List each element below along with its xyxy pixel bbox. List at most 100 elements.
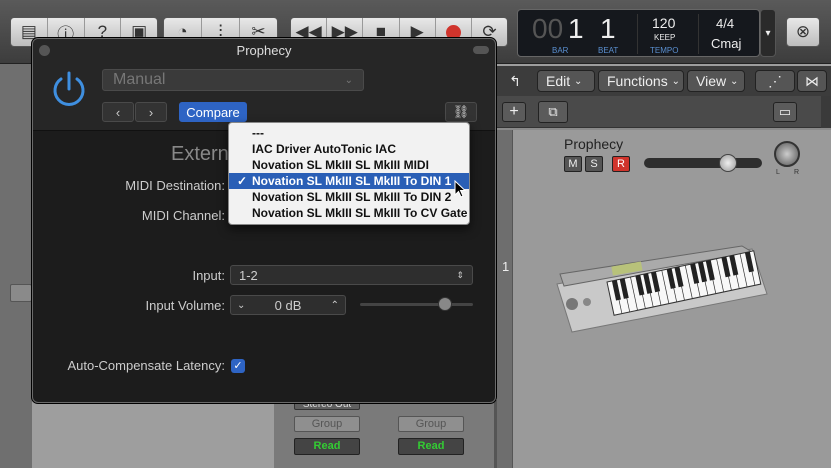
beat-label: BEAT [598,46,619,55]
track-number: 1 [502,259,510,274]
chevron-left-icon: ‹ [115,104,121,120]
midi-destination-label: MIDI Destination: [125,178,225,193]
automation-mode-1[interactable]: Read [294,438,360,455]
chevron-down-icon: ⌄ [344,74,353,86]
chevron-down-icon: ⌄ [671,75,680,87]
menu-item-label: --- [252,126,264,140]
volume-slider[interactable] [644,158,762,168]
input-label: Input: [192,268,225,283]
preset-label: Manual [113,71,166,88]
menu-item[interactable]: ✓ Novation SL MkIII SL MkIII To DIN 1 [229,173,469,189]
previous-preset-button[interactable]: ‹ [102,102,134,122]
tracks-menu-bar: ↰ Edit ⌄ Functions ⌄ View ⌄ ⋰ ⋈ [497,66,831,96]
menu-item[interactable]: Novation SL MkIII SL MkIII To DIN 2 [229,189,469,205]
pan-knob[interactable] [774,141,800,167]
menu-item[interactable]: Novation SL MkIII SL MkIII MIDI [229,157,469,173]
checkmark-icon: ✓ [233,360,243,372]
automation-button[interactable]: ⋰ [755,70,795,92]
functions-menu[interactable]: Functions ⌄ [598,70,684,92]
mixer-area: + ⧉ ▭ 1 Prophecy M S R L R [497,96,831,468]
mute-button[interactable]: M [564,156,582,172]
power-icon[interactable] [49,69,89,109]
group-slot-2[interactable]: Group [398,416,464,432]
input-volume-slider-knob[interactable] [437,297,452,311]
catch-button[interactable]: ▭ [773,102,797,122]
chevron-down-icon: ▾ [765,27,771,39]
menu-item[interactable]: IAC Driver AutoTonic IAC [229,141,469,157]
compare-button[interactable]: Compare [179,102,247,122]
bar-label: BAR [552,46,569,55]
window-icon: ▭ [778,104,792,119]
duplicate-track-button[interactable]: ⧉ [538,101,568,123]
solo-button[interactable]: S [585,156,603,172]
lcd-display[interactable]: 00 1 1 BAR BEAT 120 KEEP TEMPO 4/4 Cmaj [517,9,760,57]
automation-icon: ⋰ [768,72,782,89]
input-volume-label: Input Volume: [145,298,226,313]
pan-left-label: L [776,169,780,176]
input-volume-slider[interactable] [360,303,473,306]
record-enable-button[interactable]: R [612,156,630,172]
chevron-right-icon: › [148,104,154,120]
edit-menu-label: Edit [546,73,571,89]
plus-icon: + [509,103,519,120]
lcd-menu-button[interactable]: ▾ [760,9,776,57]
menu-item-label: Novation SL MkIII SL MkIII To DIN 2 [252,190,452,204]
menu-item-label: IAC Driver AutoTonic IAC [252,142,397,156]
chevron-down-icon: ⌄ [574,75,583,87]
midi-destination-menu: --- IAC Driver AutoTonic IAC Novation SL M… [228,122,470,225]
playhead-marker [821,96,831,128]
back-arrow-icon: ↰ [509,72,521,89]
input-value: 1-2 [239,267,258,283]
mouse-cursor-icon [454,180,467,198]
notifications-button[interactable]: ⊗ [786,17,820,47]
channel-strip-1: Stereo Out Group Read [274,400,384,468]
beat-number: 1 [600,13,616,44]
left-background [0,64,32,468]
updown-icon: ⇕ [456,269,464,280]
menu-item-label: Novation SL MkIII SL MkIII To DIN 1 [252,174,452,188]
preset-dropdown[interactable]: Manual ⌄ [102,69,364,91]
left-field [10,284,32,302]
next-preset-button[interactable]: › [135,102,167,122]
input-select[interactable]: 1-2 ⇕ [230,265,473,285]
menu-item-label: Novation SL MkIII SL MkIII To CV Gate [252,206,468,220]
track-name[interactable]: Prophecy [564,136,623,152]
resize-button[interactable] [473,46,489,54]
bar-faded: 00 [532,13,564,44]
input-volume-stepper[interactable]: ⌄ 0 dB ⌃ [230,295,346,315]
chevron-up-icon[interactable]: ⌃ [331,300,339,311]
view-menu[interactable]: View ⌄ [687,70,745,92]
close-circle-icon: ⊗ [795,22,811,41]
edit-menu[interactable]: Edit ⌄ [537,70,595,92]
auto-compensate-label: Auto-Compensate Latency: [67,358,225,373]
time-signature: 4/4 [716,16,735,31]
keep-label: KEEP [654,33,676,42]
tempo-value: 120 [652,15,676,31]
chevron-down-icon: ⌄ [729,75,739,87]
midi-channel-label: MIDI Channel: [141,208,225,223]
functions-menu-label: Functions [607,73,668,89]
menu-item-label: Novation SL MkIII SL MkIII MIDI [252,158,429,172]
back-button[interactable]: ↰ [497,70,533,92]
link-button[interactable]: ⛓ [445,102,477,122]
chevron-down-icon[interactable]: ⌄ [237,300,245,311]
key-signature: Cmaj [711,36,742,51]
automation-mode-2[interactable]: Read [398,438,464,455]
link-icon: ⛓ [452,104,470,119]
add-track-button[interactable]: + [502,102,526,122]
menu-item[interactable]: --- [229,125,469,141]
bar-number: 1 [568,13,584,44]
section-title: Extern [171,143,229,165]
group-slot-1[interactable]: Group [294,416,360,432]
channel-strip-2: Group Read [384,400,494,468]
synth-keyboard-image [556,245,768,333]
menu-item[interactable]: Novation SL MkIII SL MkIII To CV Gate [229,205,469,221]
tempo-label: TEMPO [650,46,679,55]
pan-right-label: R [794,169,800,176]
input-volume-value: 0 dB [274,297,302,313]
volume-slider-knob[interactable] [719,154,737,172]
flex-icon: ⋈ [805,72,819,89]
checkmark-icon: ✓ [237,174,248,188]
flex-button[interactable]: ⋈ [797,70,827,92]
auto-compensate-checkbox[interactable]: ✓ [231,359,245,373]
